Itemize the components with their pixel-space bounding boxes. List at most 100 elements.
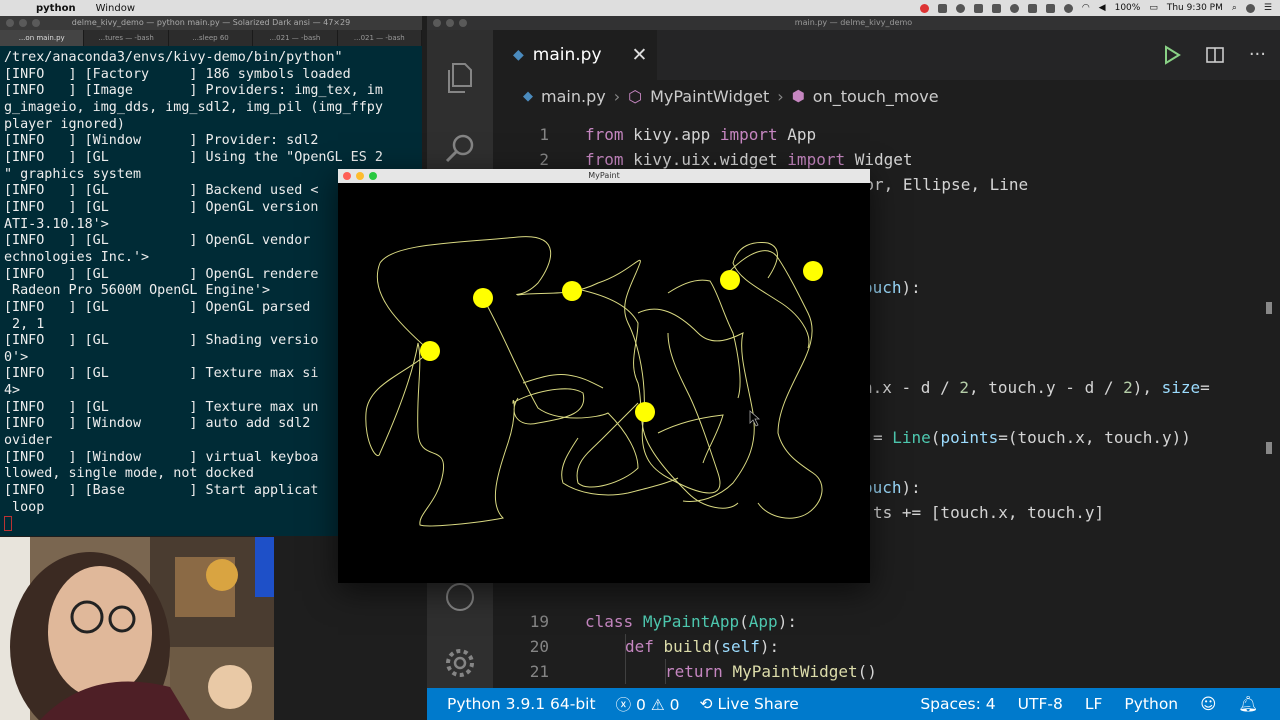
status-icon-2[interactable] bbox=[955, 3, 965, 13]
accounts-icon[interactable] bbox=[441, 578, 479, 616]
status-icon-5[interactable] bbox=[1009, 3, 1019, 13]
stroke-line bbox=[571, 287, 739, 509]
code-token: from bbox=[585, 125, 624, 144]
record-icon[interactable] bbox=[919, 3, 929, 13]
code-token: ( bbox=[711, 637, 722, 656]
code-token: from bbox=[585, 150, 624, 169]
code-token: 2 bbox=[1123, 378, 1133, 397]
indent-guide bbox=[665, 659, 666, 684]
live-share-button[interactable]: ⟲ Live Share bbox=[700, 695, 799, 713]
menu-item-window[interactable]: Window bbox=[96, 3, 135, 14]
siri-icon[interactable] bbox=[1245, 3, 1255, 13]
run-icon[interactable] bbox=[1163, 44, 1181, 65]
code-line[interactable]: 21 return MyPaintWidget() bbox=[493, 659, 1280, 684]
status-icon-7[interactable] bbox=[1045, 3, 1055, 13]
terminal-line: [INFO ] [Factory ] 186 symbols loaded bbox=[4, 66, 351, 82]
gear-icon[interactable] bbox=[441, 644, 479, 682]
control-center-icon[interactable]: ☰ bbox=[1264, 3, 1272, 13]
code-token: MyPaintWidget bbox=[732, 662, 858, 681]
chevron-right-icon: › bbox=[777, 86, 784, 106]
menu-extras: ◠ ◀ 100% ▭ Thu 9:30 PM ⌕ ☰ bbox=[919, 0, 1272, 16]
mypaint-title: MyPaint bbox=[588, 171, 620, 180]
status-icon-8[interactable] bbox=[1063, 3, 1073, 13]
chevron-right-icon: › bbox=[613, 86, 621, 106]
code-token: h.x - d / bbox=[863, 378, 960, 397]
terminal-tab[interactable]: ...021 — -bash bbox=[253, 30, 338, 46]
split-editor-icon[interactable] bbox=[1205, 45, 1225, 65]
wifi-icon[interactable]: ◠ bbox=[1082, 3, 1090, 13]
mypaint-minimize-button[interactable] bbox=[356, 172, 364, 180]
terminal-zoom-button[interactable] bbox=[32, 19, 40, 27]
status-icon-3[interactable] bbox=[973, 3, 983, 13]
webcam-image bbox=[0, 537, 274, 720]
scrollbar-marker[interactable] bbox=[1266, 442, 1272, 454]
eol-status[interactable]: LF bbox=[1085, 695, 1103, 713]
code-text: ouch): bbox=[863, 275, 921, 300]
status-icon-1[interactable] bbox=[937, 3, 947, 13]
mypaint-zoom-button[interactable] bbox=[369, 172, 377, 180]
terminal-cursor bbox=[4, 516, 12, 532]
paint-dot bbox=[635, 402, 655, 422]
notifications-icon[interactable]: 🔔︎ bbox=[1238, 695, 1258, 713]
spotlight-icon[interactable]: ⌕ bbox=[1232, 3, 1237, 13]
stroke-line bbox=[729, 250, 823, 519]
encoding-status[interactable]: UTF-8 bbox=[1018, 695, 1063, 713]
volume-icon[interactable]: ◀ bbox=[1099, 3, 1106, 13]
problems-indicator[interactable]: ⓧ 0 ⚠ 0 bbox=[616, 693, 680, 715]
terminal-tab[interactable]: ...on main.py bbox=[0, 30, 85, 46]
code-token: kivy.uix.widget bbox=[623, 150, 788, 169]
vscode-minimize-button[interactable] bbox=[446, 19, 454, 27]
code-token: ): bbox=[901, 278, 921, 297]
code-text: ouch): bbox=[863, 475, 921, 500]
breadcrumb-class[interactable]: MyPaintWidget bbox=[650, 87, 769, 106]
paint-dot bbox=[420, 341, 440, 361]
code-token: Line bbox=[892, 428, 931, 447]
scrollbar-marker[interactable] bbox=[1266, 302, 1272, 314]
code-line[interactable]: 20 def build(self): bbox=[493, 634, 1280, 659]
paint-dot bbox=[562, 281, 582, 301]
status-icon-6[interactable] bbox=[1027, 3, 1037, 13]
menu-bar: python Window ◠ ◀ 100% ▭ Thu 9:30 PM ⌕ ☰ bbox=[0, 0, 1280, 16]
terminal-tab[interactable]: ...sleep 60 bbox=[169, 30, 254, 46]
menu-app-name[interactable]: python bbox=[36, 3, 76, 14]
stroke-line bbox=[522, 374, 604, 389]
vscode-close-button[interactable] bbox=[433, 19, 441, 27]
tab-main-py[interactable]: ◆ main.py ✕ bbox=[493, 30, 657, 80]
feedback-icon[interactable]: ☺ bbox=[1200, 695, 1216, 713]
status-icon-4[interactable] bbox=[991, 3, 1001, 13]
search-icon[interactable] bbox=[441, 130, 479, 168]
explorer-icon[interactable] bbox=[441, 58, 479, 96]
indentation-status[interactable]: Spaces: 4 bbox=[920, 695, 995, 713]
terminal-tab[interactable]: ...021 — -bash bbox=[338, 30, 423, 46]
breadcrumb: ◆ main.py › ⬡ MyPaintWidget › ⬢ on_touch… bbox=[493, 80, 1280, 112]
webcam-overlay bbox=[0, 537, 274, 720]
code-token: ts += [touch.x, touch.y] bbox=[873, 503, 1105, 522]
terminal-line: [INFO ] [Image ] Providers: img_tex, im bbox=[4, 83, 383, 99]
code-token: = bbox=[873, 428, 893, 447]
breadcrumb-file[interactable]: main.py bbox=[541, 87, 606, 106]
language-mode[interactable]: Python bbox=[1124, 695, 1178, 713]
terminal-minimize-button[interactable] bbox=[19, 19, 27, 27]
terminal-tab[interactable]: ...tures — -bash bbox=[84, 30, 169, 46]
stroke-line bbox=[482, 297, 639, 488]
close-icon[interactable]: ✕ bbox=[632, 44, 648, 66]
tab-label: main.py bbox=[532, 45, 602, 65]
vscode-zoom-button[interactable] bbox=[459, 19, 467, 27]
clock[interactable]: Thu 9:30 PM bbox=[1167, 3, 1223, 13]
breadcrumb-method[interactable]: on_touch_move bbox=[813, 87, 939, 106]
terminal-tabs: ...on main.py ...tures — -bash ...sleep … bbox=[0, 30, 423, 46]
code-line[interactable]: 19 class MyPaintApp(App): bbox=[493, 609, 1280, 634]
paint-canvas[interactable] bbox=[338, 183, 870, 583]
code-line[interactable]: 1 from kivy.app import App bbox=[493, 122, 1280, 147]
more-actions-icon[interactable]: ··· bbox=[1249, 44, 1266, 65]
editor-actions: ··· bbox=[1163, 44, 1266, 65]
code-token: App bbox=[748, 612, 778, 631]
code-token: import bbox=[787, 150, 846, 169]
battery-percent[interactable]: 100% bbox=[1115, 3, 1141, 13]
mypaint-close-button[interactable] bbox=[343, 172, 351, 180]
terminal-close-button[interactable] bbox=[6, 19, 14, 27]
battery-icon[interactable]: ▭ bbox=[1149, 3, 1158, 13]
stroke-line bbox=[637, 308, 755, 502]
python-interpreter[interactable]: Python 3.9.1 64-bit bbox=[447, 695, 596, 713]
